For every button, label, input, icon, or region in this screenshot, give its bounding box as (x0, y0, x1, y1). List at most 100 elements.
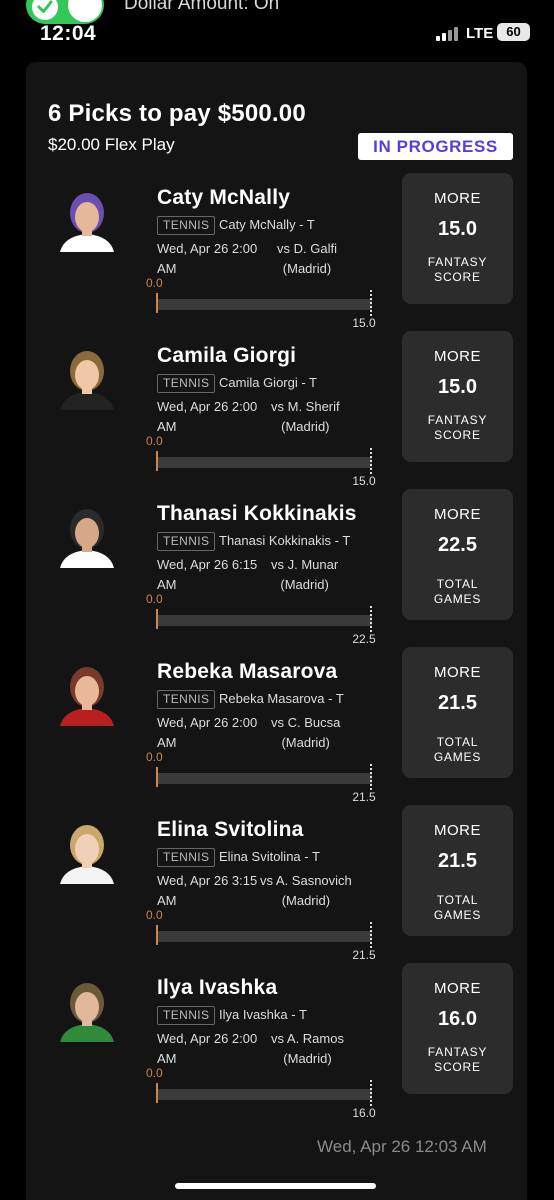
player-avatar (54, 502, 120, 568)
venue: (Madrid) (280, 577, 329, 592)
opponent-info: vs C. Bucsa (Madrid) (271, 713, 340, 753)
pick-direction: MORE (434, 980, 481, 997)
stat-type: TOTAL GAMES (433, 893, 482, 922)
line-value: 21.5 (352, 948, 376, 962)
current-value: 0.0 (146, 750, 163, 764)
line-marker (370, 764, 372, 790)
game-time: Wed, Apr 26 2:00 AM (157, 397, 257, 437)
entry-title: 6 Picks to pay $500.00 (48, 100, 306, 127)
player-name: Camila Giorgi (157, 344, 297, 367)
pick-row[interactable]: Rebeka Masarova TENNIS Rebeka Masarova -… (0, 647, 554, 818)
progress-bar (157, 457, 372, 468)
dollar-amount-toggle[interactable] (26, 0, 104, 24)
line-marker (370, 606, 372, 632)
projection-label: Elina Svitolina - T (219, 849, 320, 864)
sport-tag: TENNIS (157, 216, 216, 235)
check-icon (32, 0, 58, 20)
venue: (Madrid) (281, 419, 330, 434)
pick-row[interactable]: Ilya Ivashka TENNIS Ilya Ivashka - T Wed… (0, 963, 554, 1134)
venue: (Madrid) (281, 893, 331, 908)
line-marker (370, 290, 372, 316)
pick-row[interactable]: Camila Giorgi TENNIS Camila Giorgi - T W… (0, 331, 554, 502)
clock: 12:04 (40, 22, 97, 45)
pick-selection[interactable]: MORE 21.5 TOTAL GAMES (402, 647, 513, 778)
progress-start-marker (156, 925, 158, 945)
current-value: 0.0 (146, 908, 163, 922)
stat-type: TOTAL GAMES (433, 735, 482, 764)
pick-line: 22.5 (438, 534, 477, 556)
sport-tag: TENNIS (157, 690, 216, 709)
progress-bar (157, 615, 372, 626)
progress-start-marker (156, 767, 158, 787)
player-avatar (54, 818, 120, 884)
status-bar: Dollar Amount: On 12:04 LTE 60 (0, 0, 554, 56)
pick-row[interactable]: Thanasi Kokkinakis TENNIS Thanasi Kokkin… (0, 489, 554, 660)
stat-type: FANTASY SCORE (427, 255, 488, 284)
pick-direction: MORE (434, 190, 481, 207)
opponent-info: vs D. Galfi (Madrid) (277, 239, 337, 279)
sport-tag: TENNIS (157, 848, 216, 867)
line-value: 15.0 (352, 316, 376, 330)
player-avatar (54, 660, 120, 726)
pick-line: 16.0 (438, 1008, 477, 1030)
game-ampm: AM (157, 577, 177, 592)
game-time: Wed, Apr 26 2:00 AM (157, 1029, 257, 1069)
pick-selection[interactable]: MORE 15.0 FANTASY SCORE (402, 173, 513, 304)
game-date: Wed, Apr 26 6:15 (157, 557, 258, 572)
toggle-knob (68, 0, 102, 22)
sport-tag: TENNIS (157, 374, 216, 393)
opponent: vs D. Galfi (277, 241, 337, 256)
pick-line: 21.5 (438, 850, 477, 872)
game-time: Wed, Apr 26 3:15 AM (157, 871, 257, 911)
opponent: vs A. Sasnovich (260, 873, 352, 888)
game-date: Wed, Apr 26 2:00 (157, 399, 258, 414)
pick-selection[interactable]: MORE 21.5 TOTAL GAMES (402, 805, 513, 936)
opponent: vs J. Munar (271, 557, 339, 572)
player-avatar (54, 344, 120, 410)
line-marker (370, 1080, 372, 1106)
pick-row[interactable]: Caty McNally TENNIS Caty McNally - T Wed… (0, 173, 554, 344)
venue: (Madrid) (283, 1051, 332, 1066)
player-name: Rebeka Masarova (157, 660, 338, 683)
signal-icon (436, 27, 462, 41)
current-value: 0.0 (146, 276, 163, 290)
pick-selection[interactable]: MORE 22.5 TOTAL GAMES (402, 489, 513, 620)
projection-label: Thanasi Kokkinakis - T (219, 533, 351, 548)
game-ampm: AM (157, 261, 177, 276)
line-value: 16.0 (352, 1106, 376, 1120)
player-name: Ilya Ivashka (157, 976, 278, 999)
current-value: 0.0 (146, 1066, 163, 1080)
current-value: 0.0 (146, 434, 163, 448)
line-value: 22.5 (352, 632, 376, 646)
pick-selection[interactable]: MORE 16.0 FANTASY SCORE (402, 963, 513, 1094)
entry-subtitle: $20.00 Flex Play (48, 135, 175, 154)
player-avatar (54, 186, 120, 252)
projection-label: Ilya Ivashka - T (219, 1007, 307, 1022)
player-name: Thanasi Kokkinakis (157, 502, 357, 525)
pick-direction: MORE (434, 506, 481, 523)
sport-tag: TENNIS (157, 532, 216, 551)
game-date: Wed, Apr 26 2:00 (157, 1031, 258, 1046)
opponent: vs M. Sherif (271, 399, 340, 414)
game-date: Wed, Apr 26 2:00 (157, 715, 258, 730)
home-indicator[interactable] (175, 1183, 376, 1189)
game-ampm: AM (157, 1051, 177, 1066)
line-marker (370, 922, 372, 948)
stat-type: FANTASY SCORE (427, 1045, 488, 1074)
line-value: 15.0 (352, 474, 376, 488)
progress-start-marker (156, 1083, 158, 1103)
pick-row[interactable]: Elina Svitolina TENNIS Elina Svitolina -… (0, 805, 554, 976)
player-name: Caty McNally (157, 186, 291, 209)
game-ampm: AM (157, 419, 177, 434)
stat-type: FANTASY SCORE (427, 413, 488, 442)
progress-bar (157, 931, 372, 942)
projection-label: Camila Giorgi - T (219, 375, 318, 390)
line-value: 21.5 (352, 790, 376, 804)
dollar-amount-notice: Dollar Amount: On (124, 0, 280, 14)
progress-bar (157, 299, 372, 310)
pick-direction: MORE (434, 664, 481, 681)
pick-direction: MORE (434, 348, 481, 365)
pick-line: 15.0 (438, 376, 477, 398)
opponent-info: vs J. Munar (Madrid) (271, 555, 338, 595)
pick-selection[interactable]: MORE 15.0 FANTASY SCORE (402, 331, 513, 462)
